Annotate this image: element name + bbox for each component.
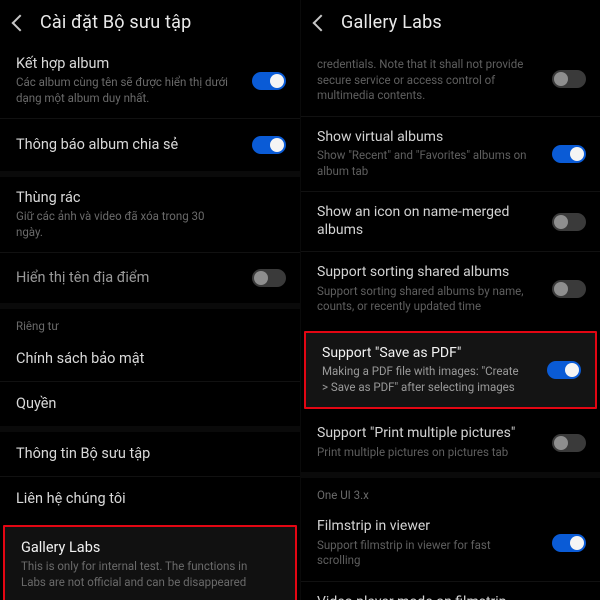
about-row[interactable]: Thông tin Bộ sưu tập — [0, 432, 300, 476]
filmstrip-desc: Support filmstrip in viewer for fast scr… — [317, 538, 584, 569]
trash-desc: Giữ các ảnh và video đã xóa trong 30 ngà… — [16, 209, 284, 240]
filmstrip-row[interactable]: Filmstrip in viewer Support filmstrip in… — [301, 506, 600, 581]
print-multiple-desc: Print multiple pictures on pictures tab — [317, 445, 584, 461]
left-header: Cài đặt Bộ sưu tập — [0, 0, 300, 43]
name-merged-icon-label: Show an icon on name-merged albums — [317, 204, 584, 239]
gallery-labs-highlight: Gallery Labs This is only for internal t… — [3, 525, 297, 600]
right-title: Gallery Labs — [341, 12, 442, 33]
sort-shared-toggle[interactable] — [552, 280, 586, 298]
videoplayer-label: Video player mode on filmstrip — [317, 594, 584, 600]
privacy-section-label: Riêng tư — [0, 309, 300, 337]
save-as-pdf-toggle[interactable] — [547, 361, 581, 379]
virtual-albums-toggle[interactable] — [552, 145, 586, 163]
credentials-toggle[interactable] — [552, 70, 586, 88]
merge-albums-row[interactable]: Kết hợp album Các album cùng tên sẽ được… — [0, 43, 300, 118]
sort-shared-label: Support sorting shared albums — [317, 264, 584, 282]
privacy-policy-label: Chính sách bảo mật — [16, 350, 284, 368]
location-label: Hiển thị tên địa điểm — [16, 269, 284, 287]
right-header: Gallery Labs — [301, 0, 600, 43]
location-toggle[interactable] — [252, 269, 286, 287]
name-merged-icon-toggle[interactable] — [552, 213, 586, 231]
virtual-albums-label: Show virtual albums — [317, 129, 584, 147]
oneui-section-label: One UI 3.x — [301, 478, 600, 506]
credentials-row[interactable]: credentials. Note that it shall not prov… — [301, 43, 600, 116]
virtual-albums-desc: Show "Recent" and "Favorites" albums on … — [317, 148, 584, 179]
filmstrip-label: Filmstrip in viewer — [317, 518, 584, 536]
save-as-pdf-label: Support "Save as PDF" — [322, 345, 579, 363]
save-as-pdf-highlight: Support "Save as PDF" Making a PDF file … — [304, 331, 597, 410]
contact-label: Liên hệ chúng tôi — [16, 490, 284, 508]
shared-notify-row[interactable]: Thông báo album chia sẻ — [0, 119, 300, 171]
videoplayer-row[interactable]: Video player mode on filmstrip Default — [301, 582, 600, 600]
location-row[interactable]: Hiển thị tên địa điểm — [0, 253, 300, 303]
sort-shared-row[interactable]: Support sorting shared albums Support so… — [301, 252, 600, 327]
print-multiple-label: Support "Print multiple pictures" — [317, 425, 584, 443]
merge-albums-toggle[interactable] — [252, 72, 286, 90]
virtual-albums-row[interactable]: Show virtual albums Show "Recent" and "F… — [301, 117, 600, 192]
contact-row[interactable]: Liên hệ chúng tôi — [0, 477, 300, 521]
shared-notify-label: Thông báo album chia sẻ — [16, 136, 284, 154]
about-label: Thông tin Bộ sưu tập — [16, 445, 284, 463]
back-icon[interactable] — [12, 14, 29, 31]
rights-label: Quyền — [16, 395, 284, 413]
save-as-pdf-row[interactable]: Support "Save as PDF" Making a PDF file … — [306, 333, 595, 408]
left-title: Cài đặt Bộ sưu tập — [40, 12, 191, 33]
trash-label: Thùng rác — [16, 189, 284, 207]
credentials-desc: credentials. Note that it shall not prov… — [317, 57, 584, 104]
name-merged-icon-row[interactable]: Show an icon on name-merged albums — [301, 192, 600, 251]
gallery-labs-desc: This is only for internal test. The func… — [21, 559, 279, 590]
print-multiple-toggle[interactable] — [552, 434, 586, 452]
save-as-pdf-desc: Making a PDF file with images: "Create >… — [322, 364, 579, 395]
gallery-labs-row[interactable]: Gallery Labs This is only for internal t… — [5, 527, 295, 600]
gallery-labs-label: Gallery Labs — [21, 539, 279, 557]
shared-notify-toggle[interactable] — [252, 136, 286, 154]
rights-row[interactable]: Quyền — [0, 382, 300, 426]
merge-albums-desc: Các album cùng tên sẽ được hiển thị dưới… — [16, 75, 284, 106]
privacy-policy-row[interactable]: Chính sách bảo mật — [0, 337, 300, 381]
trash-row[interactable]: Thùng rác Giữ các ảnh và video đã xóa tr… — [0, 177, 300, 252]
filmstrip-toggle[interactable] — [552, 534, 586, 552]
back-icon[interactable] — [313, 14, 330, 31]
sort-shared-desc: Support sorting shared albums by name, c… — [317, 284, 584, 315]
merge-albums-label: Kết hợp album — [16, 55, 284, 73]
print-multiple-row[interactable]: Support "Print multiple pictures" Print … — [301, 413, 600, 472]
